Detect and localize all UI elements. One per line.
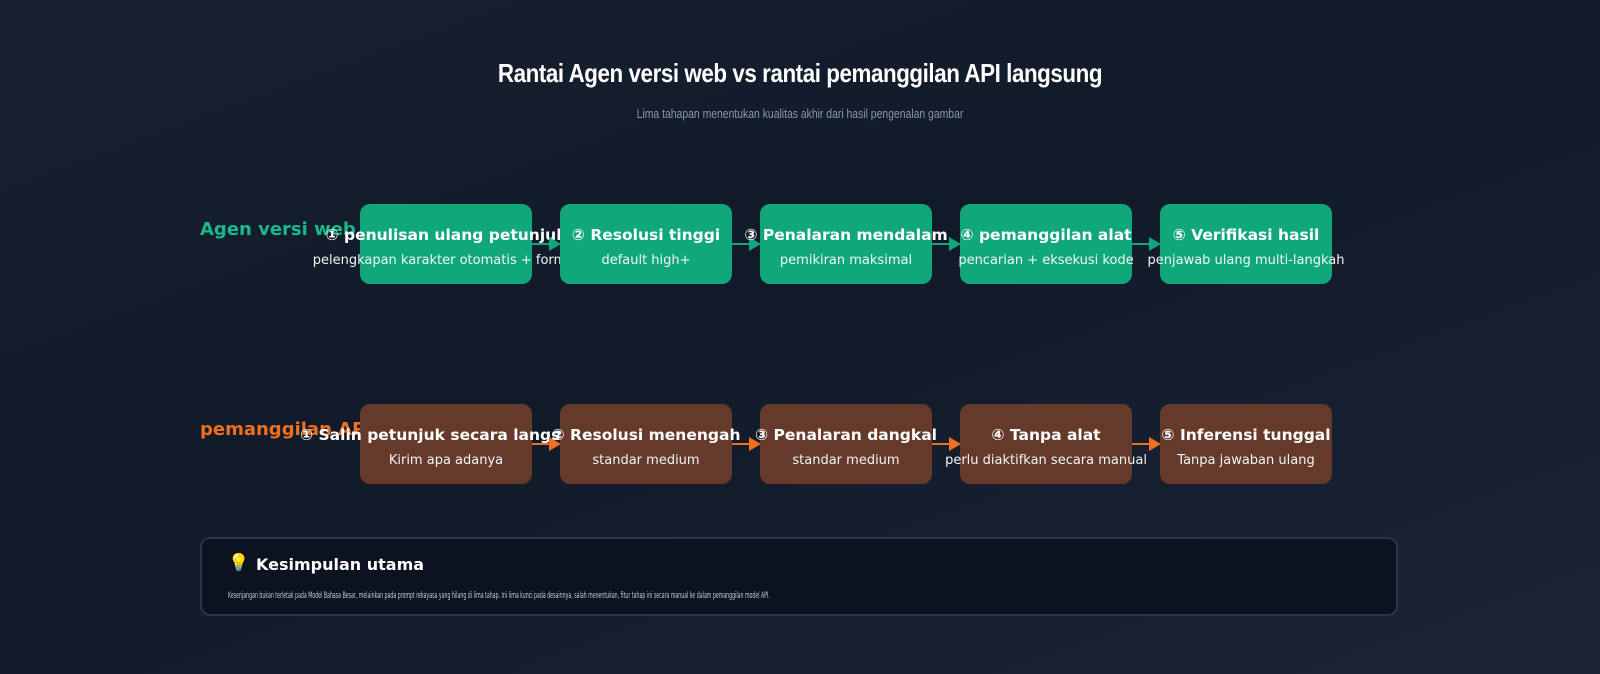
web-step-5-sub: penjawab ulang multi-langkah bbox=[1147, 253, 1345, 268]
summary-panel: 💡 Kesimpulan utama Kesenjangan bukan ter… bbox=[200, 537, 1398, 616]
web-step-2: ② Resolusi tinggi default high+ bbox=[560, 204, 732, 284]
page-subtitle: Lima tahapan menentukan kualitas akhir d… bbox=[636, 106, 964, 121]
web-step-1: ① penulisan ulang petunjuk pelengkapan k… bbox=[313, 204, 579, 284]
api-step-5-title: ⑤ Inferensi tunggal bbox=[1161, 426, 1331, 444]
web-step-5: ⑤ Verifikasi hasil penjawab ulang multi-… bbox=[1148, 204, 1344, 284]
api-step-1: ① Salin petunjuk secara langsung Kirim a… bbox=[300, 404, 594, 484]
summary-title: Kesimpulan utama bbox=[256, 555, 425, 574]
web-step-4: ④ pemanggilan alat pencarian + eksekusi … bbox=[958, 204, 1134, 284]
api-step-5: ⑤ Inferensi tunggal Tanpa jawaban ulang bbox=[1160, 404, 1332, 484]
lightbulb-icon: 💡 bbox=[228, 553, 250, 573]
summary-text: Kesenjangan bukan terletak pada Model Ba… bbox=[228, 591, 770, 601]
web-step-3: ③ Penalaran mendalam pemikiran maksimal bbox=[744, 204, 948, 284]
api-step-3: ③ Penalaran dangkal standar medium bbox=[755, 404, 937, 484]
page-title: Rantai Agen versi web vs rantai pemanggi… bbox=[497, 58, 1103, 88]
web-step-5-title: ⑤ Verifikasi hasil bbox=[1172, 226, 1320, 244]
api-step-5-sub: Tanpa jawaban ulang bbox=[1177, 453, 1315, 468]
api-step-2: ② Resolusi menengah standar medium bbox=[552, 404, 740, 484]
api-step-4: ④ Tanpa alat perlu diaktifkan secara man… bbox=[945, 404, 1147, 484]
